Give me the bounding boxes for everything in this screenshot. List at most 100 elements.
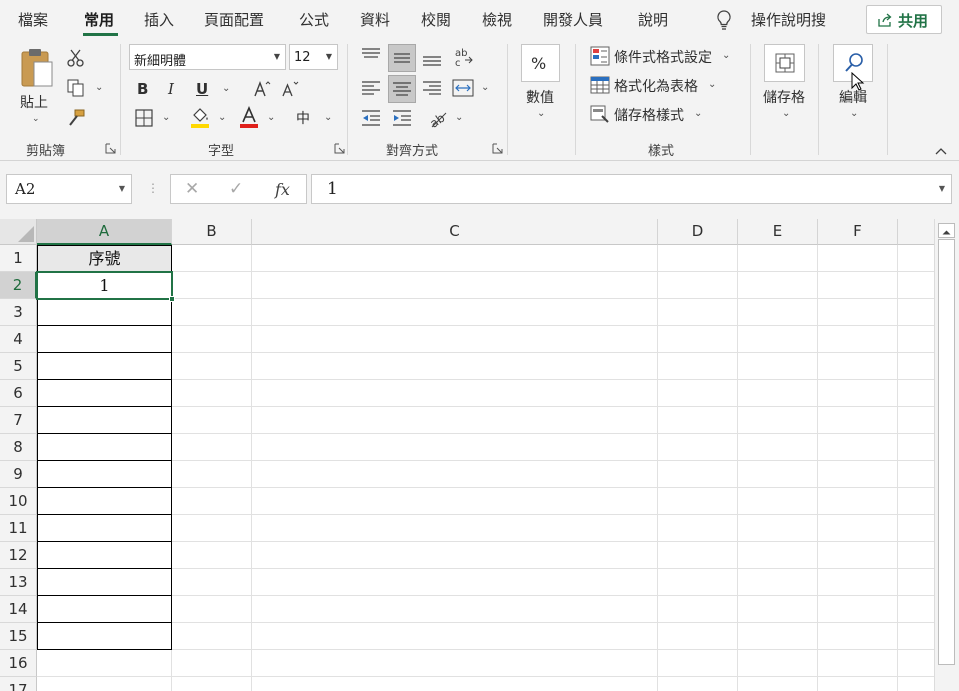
tab-insert[interactable]: 插入 xyxy=(144,9,174,30)
format-painter-icon[interactable] xyxy=(66,108,86,128)
orientation-dropdown-icon[interactable]: ⌄ xyxy=(455,112,463,123)
conditional-formatting-icon[interactable] xyxy=(590,46,610,66)
row-header-11[interactable]: 11 xyxy=(0,515,37,542)
tab-developer[interactable]: 開發人員 xyxy=(543,9,603,30)
tell-me-search[interactable]: 操作說明搜 xyxy=(751,9,826,30)
share-button[interactable]: 共用 xyxy=(866,5,942,34)
align-center-button[interactable] xyxy=(388,75,416,103)
number-format-button[interactable]: % xyxy=(521,44,560,82)
merge-dropdown-icon[interactable]: ⌄ xyxy=(481,82,489,93)
row-header-17[interactable]: 17 xyxy=(0,677,37,691)
increase-indent-icon[interactable] xyxy=(391,107,413,129)
fill-color-icon[interactable] xyxy=(190,106,210,128)
collapse-ribbon-icon[interactable] xyxy=(934,146,948,156)
column-header-a[interactable]: A xyxy=(37,219,172,245)
number-dropdown-icon[interactable]: ⌄ xyxy=(537,108,545,119)
increase-font-size-icon[interactable] xyxy=(253,80,271,98)
align-top-icon[interactable] xyxy=(360,45,382,67)
row-header-7[interactable]: 7 xyxy=(0,407,37,434)
scroll-thumb[interactable] xyxy=(938,239,955,665)
conditional-formatting-button[interactable]: 條件式格式設定 xyxy=(614,47,712,67)
format-as-table-button[interactable]: 格式化為表格 xyxy=(614,76,698,96)
font-launcher-icon[interactable] xyxy=(334,143,345,154)
row-header-14[interactable]: 14 xyxy=(0,596,37,623)
fill-handle[interactable] xyxy=(169,296,175,302)
copy-dropdown-icon[interactable]: ⌄ xyxy=(95,82,103,93)
row-header-2[interactable]: 2 xyxy=(0,272,37,299)
alignment-launcher-icon[interactable] xyxy=(492,143,503,154)
tab-review[interactable]: 校閱 xyxy=(421,9,451,30)
tab-home[interactable]: 常用 xyxy=(84,9,114,30)
align-middle-button[interactable] xyxy=(388,44,416,72)
lightbulb-icon[interactable] xyxy=(714,9,734,31)
orientation-icon[interactable]: ab c xyxy=(452,46,474,68)
row-header-13[interactable]: 13 xyxy=(0,569,37,596)
decrease-indent-icon[interactable] xyxy=(360,107,382,129)
column-header-c[interactable]: C xyxy=(252,219,658,245)
formula-bar-grip-icon[interactable]: ⋮ xyxy=(147,181,159,195)
fill-color-dropdown-icon[interactable]: ⌄ xyxy=(218,112,226,123)
cells-dropdown-icon[interactable]: ⌄ xyxy=(782,108,790,119)
column-header-d[interactable]: D xyxy=(658,219,738,245)
cell-styles-icon[interactable] xyxy=(590,104,610,124)
enter-icon[interactable]: ✓ xyxy=(229,179,243,199)
row-header-6[interactable]: 6 xyxy=(0,380,37,407)
row-header-15[interactable]: 15 xyxy=(0,623,37,650)
row-header-9[interactable]: 9 xyxy=(0,461,37,488)
align-bottom-icon[interactable] xyxy=(421,47,443,69)
worksheet-grid[interactable]: A B C D E F 1 2 3 4 5 6 7 8 9 10 11 12 1… xyxy=(0,219,934,691)
insert-function-button[interactable]: fx xyxy=(275,180,290,199)
copy-icon[interactable] xyxy=(66,78,86,98)
font-color-icon[interactable] xyxy=(239,106,259,128)
column-header-f[interactable]: F xyxy=(818,219,898,245)
font-color-dropdown-icon[interactable]: ⌄ xyxy=(267,112,275,123)
phonetic-guide-button[interactable]: 中 xyxy=(296,108,310,128)
row-header-16[interactable]: 16 xyxy=(0,650,37,677)
align-left-icon[interactable] xyxy=(360,77,382,99)
merge-center-icon[interactable] xyxy=(452,77,474,99)
underline-dropdown-icon[interactable]: ⌄ xyxy=(222,83,230,94)
paste-button[interactable]: 貼上 ⌄ xyxy=(14,44,60,136)
cells-button[interactable] xyxy=(764,44,805,82)
italic-button[interactable]: I xyxy=(168,80,174,98)
bold-button[interactable]: B xyxy=(137,80,148,98)
cell-a1[interactable]: 序號 xyxy=(37,245,172,272)
row-header-12[interactable]: 12 xyxy=(0,542,37,569)
row-header-4[interactable]: 4 xyxy=(0,326,37,353)
editing-dropdown-icon[interactable]: ⌄ xyxy=(850,108,858,119)
vertical-scrollbar[interactable] xyxy=(934,219,959,691)
orientation-angle-icon[interactable]: ab xyxy=(428,107,450,129)
cancel-icon[interactable]: ✕ xyxy=(185,179,199,199)
row-header-3[interactable]: 3 xyxy=(0,299,37,326)
phonetic-dropdown-icon[interactable]: ⌄ xyxy=(324,112,332,123)
conditional-dropdown-icon[interactable]: ⌄ xyxy=(722,50,730,61)
borders-icon[interactable] xyxy=(135,109,153,127)
clipboard-launcher-icon[interactable] xyxy=(105,143,116,154)
font-name-select[interactable]: 新細明體 ▼ xyxy=(129,44,286,70)
row-header-8[interactable]: 8 xyxy=(0,434,37,461)
name-box[interactable]: A2 ▼ xyxy=(6,174,132,204)
format-as-table-icon[interactable] xyxy=(590,75,610,95)
borders-dropdown-icon[interactable]: ⌄ xyxy=(162,112,170,123)
tab-formulas[interactable]: 公式 xyxy=(299,9,329,30)
formula-input[interactable]: 1 ▼ xyxy=(311,174,952,204)
format-table-dropdown-icon[interactable]: ⌄ xyxy=(708,79,716,90)
expand-formula-bar-icon[interactable]: ▼ xyxy=(939,184,945,193)
align-right-icon[interactable] xyxy=(421,77,443,99)
tab-page-layout[interactable]: 頁面配置 xyxy=(204,9,264,30)
cut-icon[interactable] xyxy=(66,48,86,68)
font-size-select[interactable]: 12 ▼ xyxy=(289,44,338,70)
tab-help[interactable]: 說明 xyxy=(638,9,668,30)
select-all-button[interactable] xyxy=(0,219,37,245)
tab-data[interactable]: 資料 xyxy=(360,9,390,30)
column-header-b[interactable]: B xyxy=(172,219,252,245)
cell-styles-dropdown-icon[interactable]: ⌄ xyxy=(694,108,702,119)
row-header-5[interactable]: 5 xyxy=(0,353,37,380)
column-header-g[interactable] xyxy=(898,219,934,245)
row-header-10[interactable]: 10 xyxy=(0,488,37,515)
name-box-dropdown-icon[interactable]: ▼ xyxy=(119,184,125,193)
underline-button[interactable]: U xyxy=(196,80,208,98)
tab-view[interactable]: 檢視 xyxy=(482,9,512,30)
scroll-up-button[interactable] xyxy=(938,223,955,238)
row-header-1[interactable]: 1 xyxy=(0,245,37,272)
